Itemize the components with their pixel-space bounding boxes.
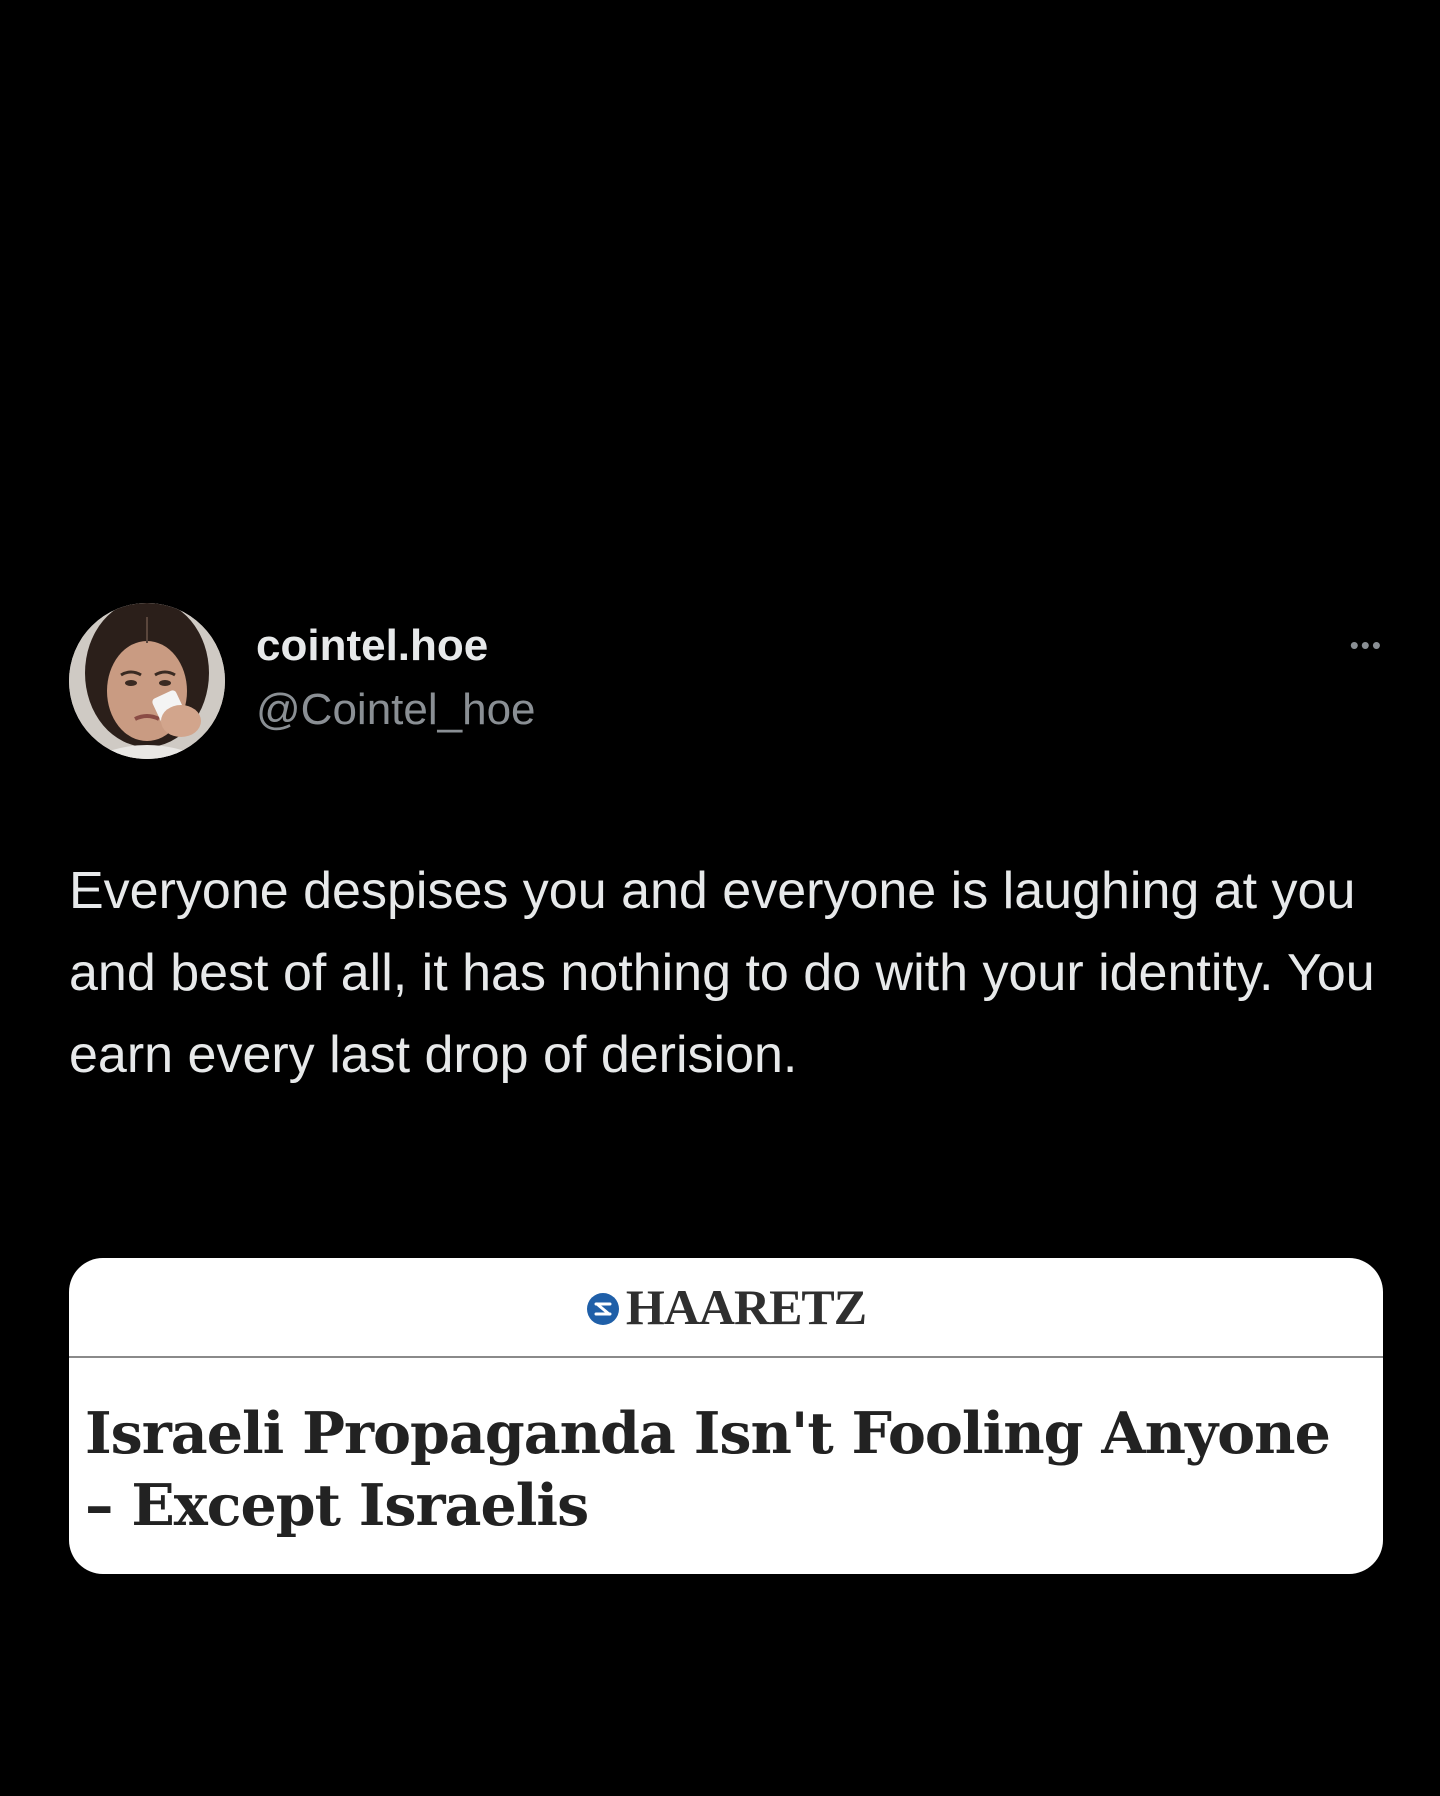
avatar[interactable] — [69, 603, 225, 759]
display-name[interactable]: cointel.hoe — [256, 621, 488, 670]
more-options-button[interactable]: ••• — [1323, 630, 1383, 660]
tweet-text: Everyone despises you and everyone is la… — [69, 862, 1375, 1084]
card-source: HAARETZ — [625, 1279, 867, 1335]
avatar-image — [69, 603, 225, 759]
haaretz-logo-icon — [586, 1293, 619, 1325]
more-options-icon: ••• — [1349, 630, 1383, 660]
card-masthead: HAARETZ — [69, 1258, 1383, 1358]
link-card[interactable]: HAARETZ Israeli Propaganda Isn't Fooling… — [69, 1258, 1383, 1574]
tweet-header: cointel.hoe @Cointel_hoe ••• — [69, 600, 1383, 760]
card-headline[interactable]: Israeli Propaganda Isn't Fooling Anyone … — [69, 1358, 1383, 1542]
user-handle[interactable]: @Cointel_hoe — [256, 685, 536, 734]
tweet: cointel.hoe @Cointel_hoe ••• Everyone de… — [69, 600, 1383, 1574]
